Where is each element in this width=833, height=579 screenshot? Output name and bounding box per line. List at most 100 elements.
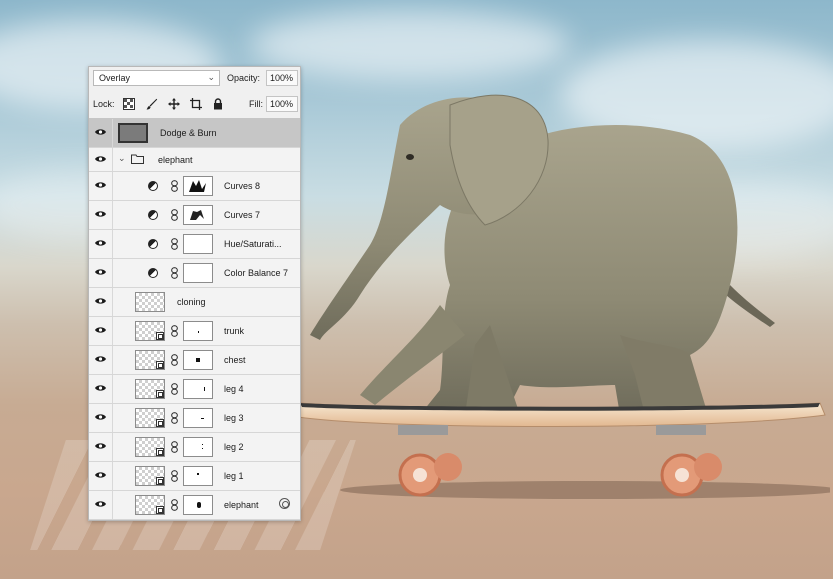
layer-row-leg-1[interactable]: leg 1 — [89, 462, 300, 491]
smart-object-thumbnail — [135, 350, 165, 370]
smart-object-thumbnail — [135, 495, 165, 515]
eye-icon[interactable] — [95, 297, 106, 305]
layer-row-elephant[interactable]: elephant — [89, 491, 300, 520]
lock-transparent-pixels-icon[interactable] — [123, 98, 135, 110]
layer-name: Dodge & Burn — [160, 128, 217, 138]
layer-row-trunk[interactable]: trunk — [89, 317, 300, 346]
eye-icon[interactable] — [95, 500, 106, 508]
layer-row-color-balance-7[interactable]: Color Balance 7 — [89, 259, 300, 288]
layer-mask-thumbnail[interactable] — [183, 263, 213, 283]
link-chain-icon[interactable] — [171, 180, 178, 192]
layer-mask-thumbnail[interactable] — [183, 379, 213, 399]
link-chain-icon[interactable] — [171, 209, 178, 221]
smart-object-icon — [156, 332, 164, 340]
adjustment-layer-icon — [148, 268, 158, 278]
layer-row-leg-4[interactable]: leg 4 — [89, 375, 300, 404]
layer-mask-thumbnail[interactable] — [183, 408, 213, 428]
layer-name: cloning — [177, 297, 206, 307]
layer-row-chest[interactable]: chest — [89, 346, 300, 375]
eye-icon[interactable] — [95, 239, 106, 247]
adjustment-layer-icon — [148, 239, 158, 249]
lock-artboard-icon[interactable] — [190, 98, 202, 110]
layer-name: leg 1 — [224, 471, 244, 481]
layer-row-hue-saturation[interactable]: Hue/Saturati... — [89, 230, 300, 259]
layer-name: elephant — [158, 155, 193, 165]
link-chain-icon[interactable] — [171, 325, 178, 337]
eye-icon[interactable] — [95, 155, 106, 163]
layer-effects-icon[interactable] — [279, 498, 290, 509]
lock-position-icon[interactable] — [168, 98, 180, 110]
folder-icon — [131, 154, 144, 164]
layer-mask-thumbnail[interactable] — [183, 466, 213, 486]
blend-mode-value: Overlay — [99, 73, 131, 83]
layer-mask-thumbnail[interactable] — [183, 321, 213, 341]
eye-icon[interactable] — [95, 355, 106, 363]
opacity-label: Opacity: — [227, 73, 261, 83]
link-chain-icon[interactable] — [171, 412, 178, 424]
elephant-on-skateboard-illustration — [297, 94, 830, 499]
layer-name: Curves 8 — [224, 181, 261, 191]
link-chain-icon[interactable] — [171, 499, 178, 511]
layer-name: trunk — [224, 326, 245, 336]
fill-label: Fill: — [249, 99, 263, 109]
lock-image-pixels-icon[interactable] — [146, 98, 158, 110]
eye-icon[interactable] — [95, 413, 106, 421]
link-chain-icon[interactable] — [171, 238, 178, 250]
eye-icon[interactable] — [95, 181, 106, 189]
layer-mask-thumbnail[interactable] — [183, 350, 213, 370]
eye-icon[interactable] — [95, 128, 106, 136]
layer-mask-thumbnail[interactable] — [183, 176, 213, 196]
layers-list: Dodge & Burn ⌄ elephant Curves 8 Curves … — [89, 119, 300, 520]
smart-object-icon — [156, 477, 164, 485]
layer-name: Curves 7 — [224, 210, 261, 220]
adjustment-layer-icon — [148, 210, 158, 220]
layer-row-leg-3[interactable]: leg 3 — [89, 404, 300, 433]
layer-group-elephant[interactable]: ⌄ elephant — [89, 148, 300, 172]
lock-label: Lock: — [93, 99, 115, 109]
layer-row-curves-7[interactable]: Curves 7 — [89, 201, 300, 230]
layer-row-cloning[interactable]: cloning — [89, 288, 300, 317]
layer-name: elephant — [224, 500, 259, 510]
eye-icon[interactable] — [95, 384, 106, 392]
smart-object-thumbnail — [135, 437, 165, 457]
lock-all-icon[interactable] — [212, 98, 224, 110]
eye-icon[interactable] — [95, 471, 106, 479]
layer-name: chest — [224, 355, 246, 365]
link-chain-icon[interactable] — [171, 470, 178, 482]
eye-icon[interactable] — [95, 268, 106, 276]
layer-thumbnail — [135, 292, 165, 312]
layer-row-leg-2[interactable]: leg 2 — [89, 433, 300, 462]
layer-name: leg 3 — [224, 413, 244, 423]
layer-name: Hue/Saturati... — [224, 239, 282, 249]
adjustment-layer-icon — [148, 181, 158, 191]
layer-row-dodge-burn[interactable]: Dodge & Burn — [89, 119, 300, 148]
layer-mask-thumbnail[interactable] — [183, 234, 213, 254]
layer-mask-thumbnail[interactable] — [183, 205, 213, 225]
smart-object-thumbnail — [135, 408, 165, 428]
eye-icon[interactable] — [95, 442, 106, 450]
smart-object-icon — [156, 361, 164, 369]
fill-field[interactable]: 100% — [266, 96, 298, 112]
smart-object-icon — [156, 448, 164, 456]
smart-object-icon — [156, 419, 164, 427]
link-chain-icon[interactable] — [171, 383, 178, 395]
chevron-down-icon: ⌄ — [207, 72, 215, 82]
smart-object-thumbnail — [135, 379, 165, 399]
smart-object-icon — [156, 390, 164, 398]
layers-panel: Overlay ⌄ Opacity: 100% Lock: Fill: 100% — [88, 66, 301, 521]
layer-mask-thumbnail[interactable] — [183, 437, 213, 457]
layer-mask-thumbnail[interactable] — [183, 495, 213, 515]
layer-row-curves-8[interactable]: Curves 8 — [89, 172, 300, 201]
layer-name: leg 4 — [224, 384, 244, 394]
layer-name: leg 2 — [224, 442, 244, 452]
smart-object-icon — [156, 506, 164, 514]
link-chain-icon[interactable] — [171, 441, 178, 453]
link-chain-icon[interactable] — [171, 354, 178, 366]
blend-mode-dropdown[interactable]: Overlay ⌄ — [93, 70, 220, 86]
chevron-down-icon[interactable]: ⌄ — [118, 153, 126, 164]
eye-icon[interactable] — [95, 326, 106, 334]
opacity-field[interactable]: 100% — [266, 70, 298, 86]
smart-object-thumbnail — [135, 466, 165, 486]
eye-icon[interactable] — [95, 210, 106, 218]
link-chain-icon[interactable] — [171, 267, 178, 279]
